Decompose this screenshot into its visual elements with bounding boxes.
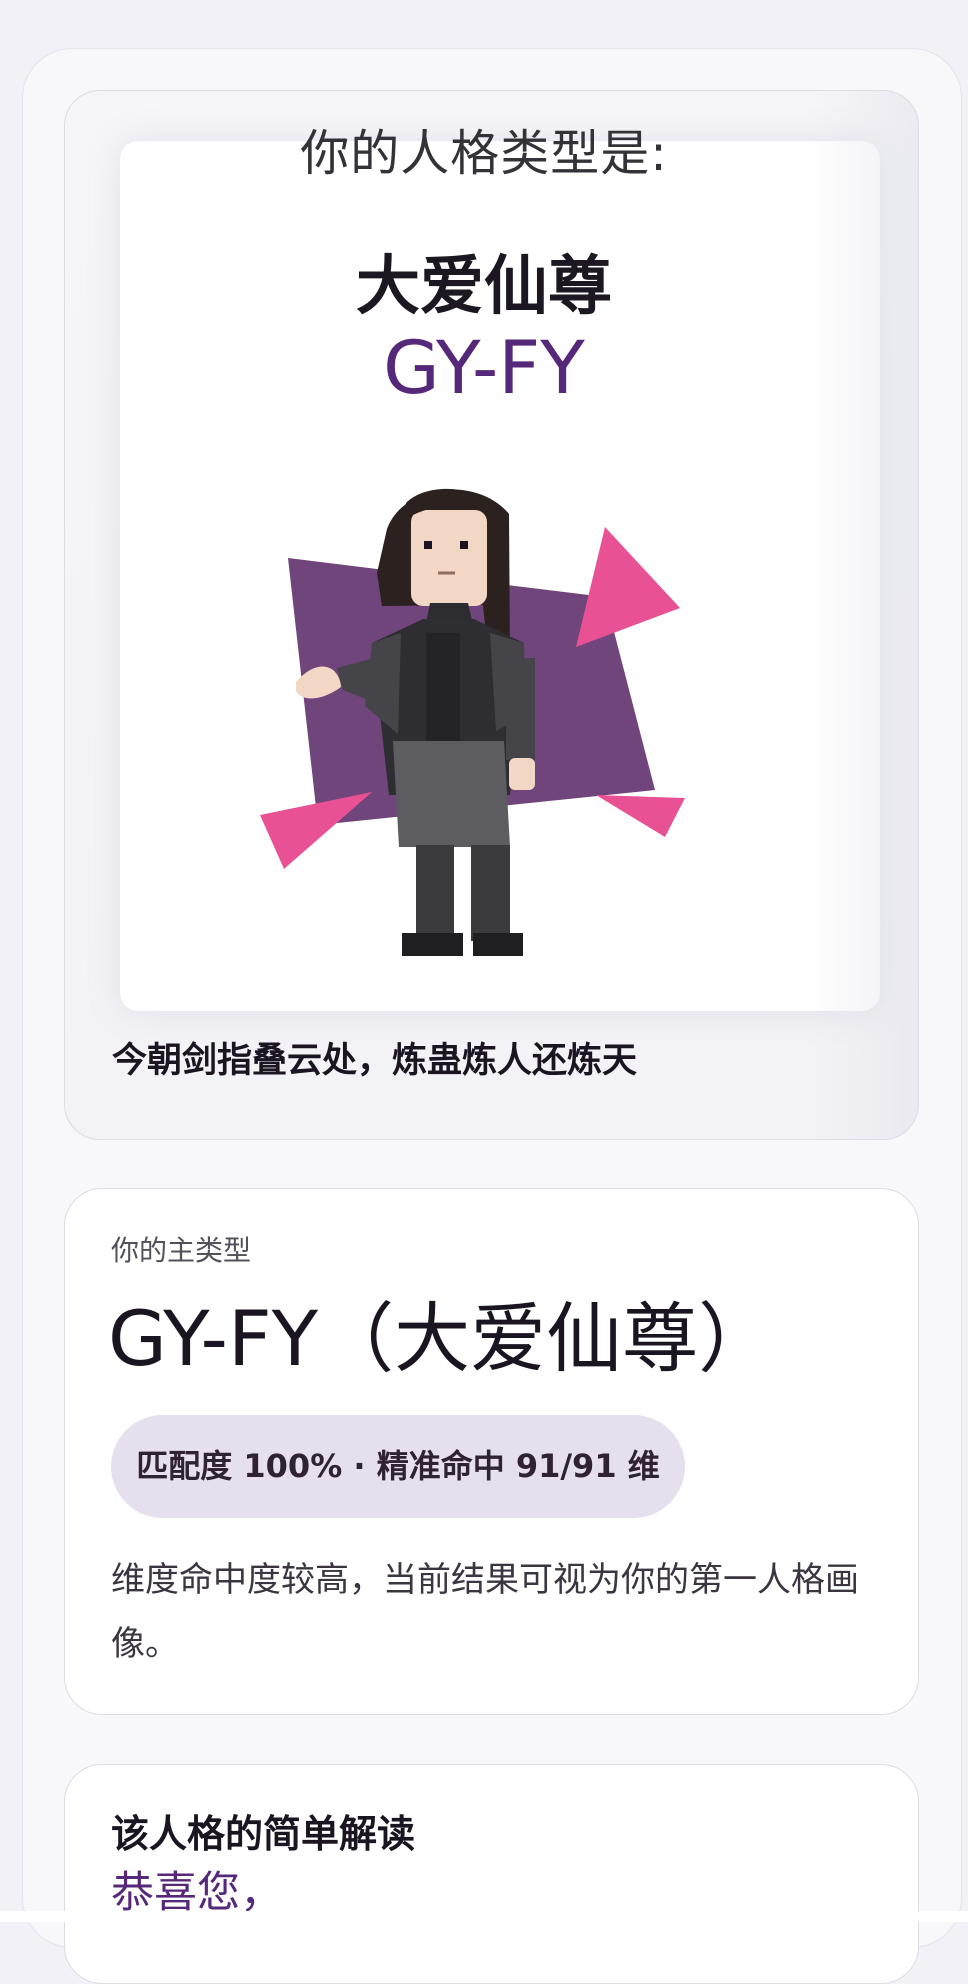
pink-triangle-right-top: [576, 527, 680, 647]
result-description: 维度命中度较高，当前结果可视为你的第一人格画像。: [111, 1560, 859, 1664]
result-prompt: 你的人格类型是:: [300, 125, 668, 182]
personality-type-code: GY-FY: [383, 326, 585, 411]
left-eye: [424, 541, 432, 549]
gray-skirt: [393, 741, 510, 847]
face: [411, 510, 487, 606]
left-leg: [416, 845, 454, 941]
right-eye: [460, 541, 468, 549]
match-score-badge: 匹配度 100% · 精准命中 91/91 维: [111, 1415, 685, 1518]
character-illustration: [260, 488, 685, 956]
personality-type-name: 大爱仙尊: [356, 250, 612, 324]
main-type-label: 你的主类型: [111, 1234, 252, 1267]
interpretation-heading: 该人格的简单解读: [111, 1812, 416, 1856]
right-hand: [509, 758, 535, 790]
main-type-title: GY-FY（大爱仙尊）: [108, 1294, 775, 1383]
pink-triangle-right-bottom: [596, 795, 685, 837]
right-shoe: [473, 933, 523, 956]
right-arm: [506, 658, 535, 760]
left-shoe: [402, 933, 463, 956]
cropped-text-overlay: [0, 1911, 968, 1922]
personality-motto: 今朝剑指叠云处，炼蛊炼人还炼天: [112, 1041, 638, 1081]
right-leg: [471, 845, 510, 941]
pink-triangle-left-bottom: [260, 792, 372, 869]
